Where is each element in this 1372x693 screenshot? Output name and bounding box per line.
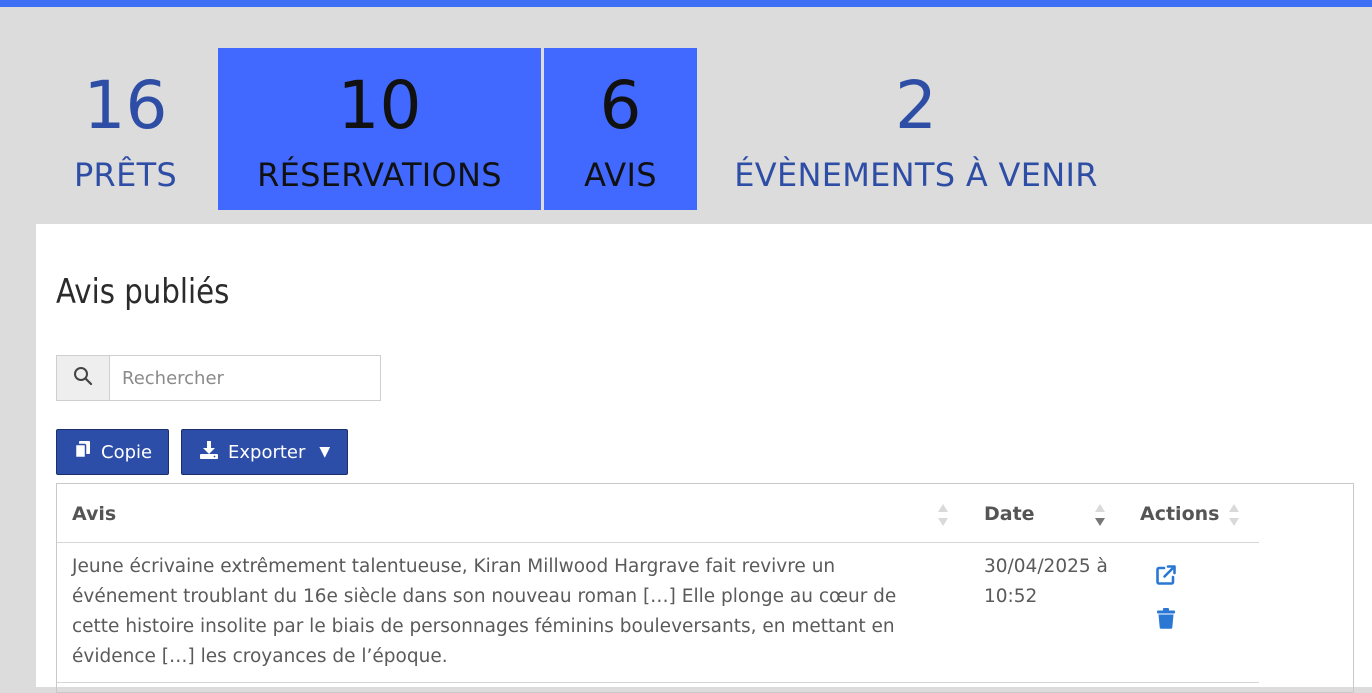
date-cell: 30/04/2025 à 10:52: [984, 552, 1124, 612]
review-text-line: événement troublant du 16e siècle dans s…: [72, 586, 897, 607]
stat-label: RÉSERVATIONS: [257, 156, 502, 194]
stat-label: PRÊTS: [73, 156, 178, 194]
column-header-label: Date: [984, 502, 1035, 525]
column-header-label: Avis: [72, 502, 117, 525]
review-text-cell: Jeune écrivaine extrêmement talentueuse,…: [72, 552, 932, 672]
stat-label: AVIS: [584, 156, 657, 194]
stat-value: 16: [83, 67, 168, 144]
column-header-avis[interactable]: Avis: [72, 484, 116, 543]
reviews-panel: Avis publiés Copie: [36, 224, 1372, 693]
sort-icon[interactable]: [1228, 502, 1240, 528]
header-divider: [57, 542, 1259, 543]
page-title: Avis publiés: [56, 272, 230, 312]
search-addon: [57, 356, 110, 400]
sort-icon[interactable]: [937, 502, 949, 528]
column-header-label: Actions: [1140, 502, 1220, 525]
export-button-label: Exporter: [228, 441, 306, 463]
stat-tab-prets[interactable]: 16 PRÊTS: [60, 48, 191, 210]
review-text-line: cette histoire insolite par le biais de …: [72, 616, 895, 637]
stat-tab-reservations[interactable]: 10 RÉSERVATIONS: [218, 48, 541, 210]
search-input[interactable]: [110, 356, 380, 400]
export-button[interactable]: Exporter ▼: [181, 429, 348, 475]
copy-button-label: Copie: [101, 441, 153, 463]
stat-tab-evenements[interactable]: 2 ÉVÈNEMENTS À VENIR: [734, 48, 1098, 210]
stat-tab-avis[interactable]: 6 AVIS: [544, 48, 697, 210]
stat-value: 2: [895, 67, 937, 144]
search-icon: [73, 366, 93, 391]
reviews-table: Avis Date Actions Jeune écrivaine extrêm…: [56, 483, 1354, 693]
sort-icon[interactable]: [1094, 502, 1106, 528]
external-link-icon[interactable]: [1155, 564, 1177, 591]
copy-button[interactable]: Copie: [56, 429, 169, 475]
date-line: 10:52: [984, 586, 1038, 607]
stat-value: 10: [337, 67, 422, 144]
trash-icon[interactable]: [1157, 608, 1175, 634]
row-divider: [57, 682, 1259, 683]
review-text-line: évidence […] les croyances de l’époque.: [72, 646, 448, 667]
column-header-actions[interactable]: Actions: [1140, 484, 1219, 543]
chevron-down-icon: ▼: [319, 444, 331, 460]
top-accent-bar: [0, 0, 1372, 7]
copy-icon: [74, 440, 101, 464]
stat-label: ÉVÈNEMENTS À VENIR: [734, 156, 1098, 194]
review-text-line: Jeune écrivaine extrêmement talentueuse,…: [72, 556, 836, 577]
stat-value: 6: [599, 67, 642, 144]
column-header-date[interactable]: Date: [984, 484, 1035, 543]
download-icon: [200, 440, 228, 464]
date-line: 30/04/2025 à: [984, 556, 1108, 577]
search-box: [56, 355, 381, 401]
